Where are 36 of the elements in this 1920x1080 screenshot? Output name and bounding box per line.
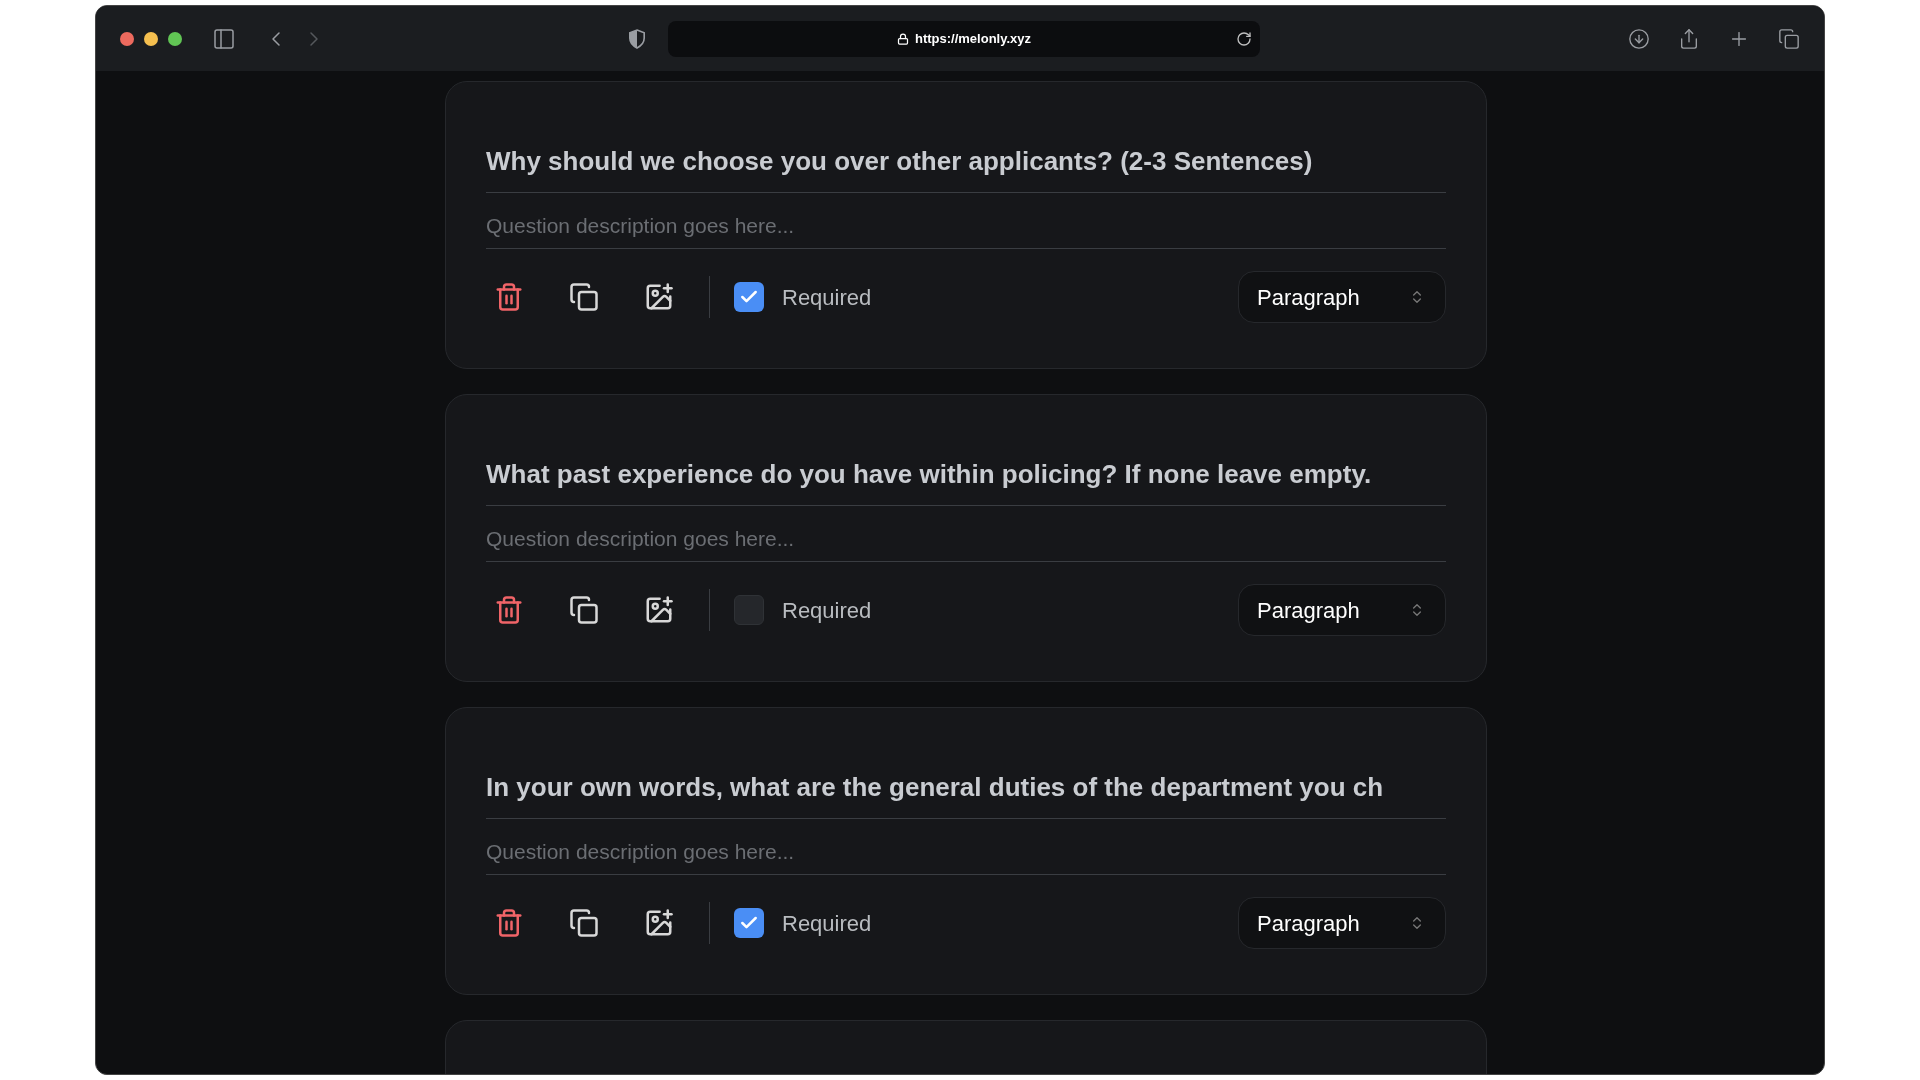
close-window-icon[interactable] <box>120 31 134 46</box>
required-checkbox[interactable] <box>734 282 764 312</box>
add-image-icon[interactable] <box>644 282 674 312</box>
add-image-icon[interactable] <box>644 595 674 625</box>
question-title[interactable]: What past experience do you have within policing? If none leave empty. <box>486 457 1372 491</box>
question-type-select[interactable]: Paragraph <box>1238 271 1446 323</box>
required-label: Required <box>782 283 872 312</box>
url-text: https://melonly.xyz <box>914 29 1032 48</box>
delete-icon[interactable] <box>494 595 524 625</box>
maximize-window-icon[interactable] <box>168 31 182 46</box>
delete-icon[interactable] <box>494 908 524 938</box>
share-icon[interactable] <box>1678 27 1700 50</box>
download-icon[interactable] <box>1628 27 1650 50</box>
description-field[interactable]: Question description goes here... <box>486 203 1446 249</box>
minimize-window-icon[interactable] <box>144 31 158 46</box>
lock-icon <box>896 32 909 45</box>
sidebar-icon[interactable] <box>212 26 236 51</box>
required-label: Required <box>782 596 872 625</box>
question-type-select[interactable]: Paragraph <box>1238 584 1446 636</box>
description-field[interactable]: Question description goes here... <box>486 516 1446 562</box>
address-bar[interactable]: https://melonly.xyz <box>668 20 1260 57</box>
add-image-icon[interactable] <box>644 908 674 938</box>
shield-icon[interactable] <box>628 28 646 49</box>
required-checkbox[interactable] <box>734 908 764 938</box>
description-field[interactable]: Question description goes here... <box>486 829 1446 875</box>
required-label: Required <box>782 909 872 938</box>
delete-icon[interactable] <box>494 282 524 312</box>
question-title[interactable]: Why should we choose you over other applicants? (2-3 Sentences) <box>486 144 1313 178</box>
duplicate-icon[interactable] <box>569 282 599 312</box>
question-title[interactable]: In your own words, what are the general duties of the department you ch <box>486 770 1384 804</box>
tabs-overview-icon[interactable] <box>1778 27 1800 50</box>
duplicate-icon[interactable] <box>569 908 599 938</box>
required-checkbox[interactable] <box>734 595 764 625</box>
duplicate-icon[interactable] <box>569 595 599 625</box>
reload-icon[interactable] <box>1236 30 1252 47</box>
question-type-select[interactable]: Paragraph <box>1238 897 1446 949</box>
